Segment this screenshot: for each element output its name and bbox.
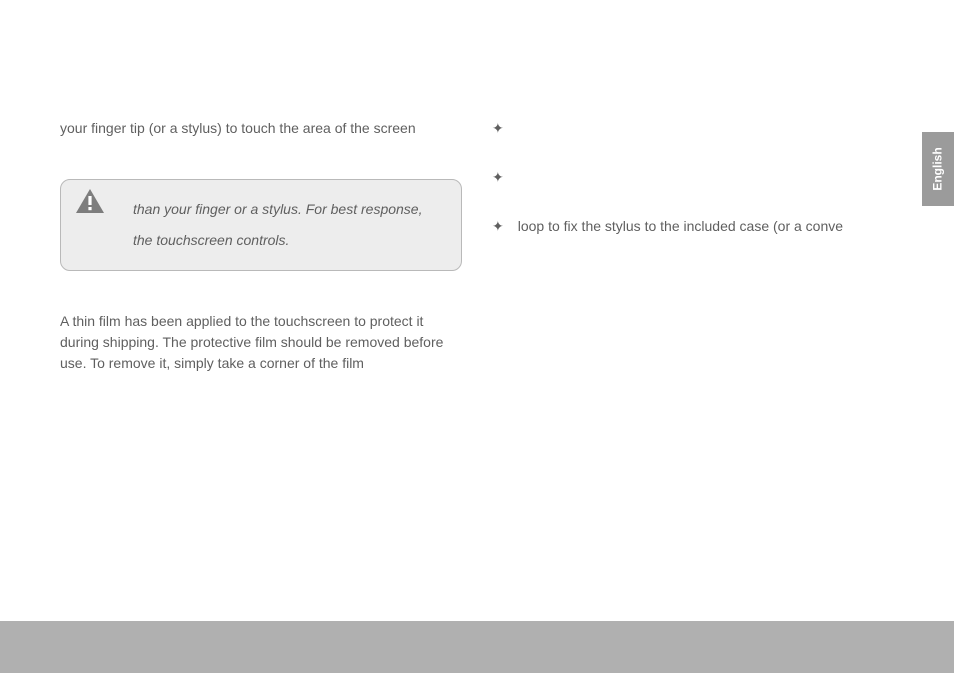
bullet-item-3: ✦ loop to fix the stylus to the included… (492, 216, 894, 237)
star-icon: ✦ (492, 167, 504, 188)
star-icon: ✦ (492, 118, 504, 139)
right-column: ✦ ✦ ✦ loop to fix the stylus to the incl… (492, 118, 894, 392)
callout-line-1: than your finger or a stylus. For best r… (133, 194, 443, 225)
left-column: your finger tip (or a stylus) to touch t… (60, 118, 462, 392)
footer-bar (0, 621, 954, 673)
warning-callout: than your finger or a stylus. For best r… (60, 179, 462, 271)
language-tab-label: English (929, 147, 947, 190)
bullet-text-1 (518, 118, 894, 139)
star-icon: ✦ (492, 216, 504, 237)
bullet-item-2: ✦ (492, 167, 894, 188)
warning-icon (75, 188, 105, 220)
bullet-item-1: ✦ (492, 118, 894, 139)
bullet-text-2 (518, 167, 894, 188)
bullet-text-3: loop to fix the stylus to the included c… (518, 216, 894, 237)
paragraph-top: your finger tip (or a stylus) to touch t… (60, 118, 462, 139)
language-tab[interactable]: English (922, 132, 954, 206)
page-content: your finger tip (or a stylus) to touch t… (60, 118, 894, 392)
paragraph-bottom: A thin film has been applied to the touc… (60, 311, 462, 374)
callout-line-2: the touchscreen controls. (133, 225, 443, 256)
callout-text: than your finger or a stylus. For best r… (79, 194, 443, 256)
